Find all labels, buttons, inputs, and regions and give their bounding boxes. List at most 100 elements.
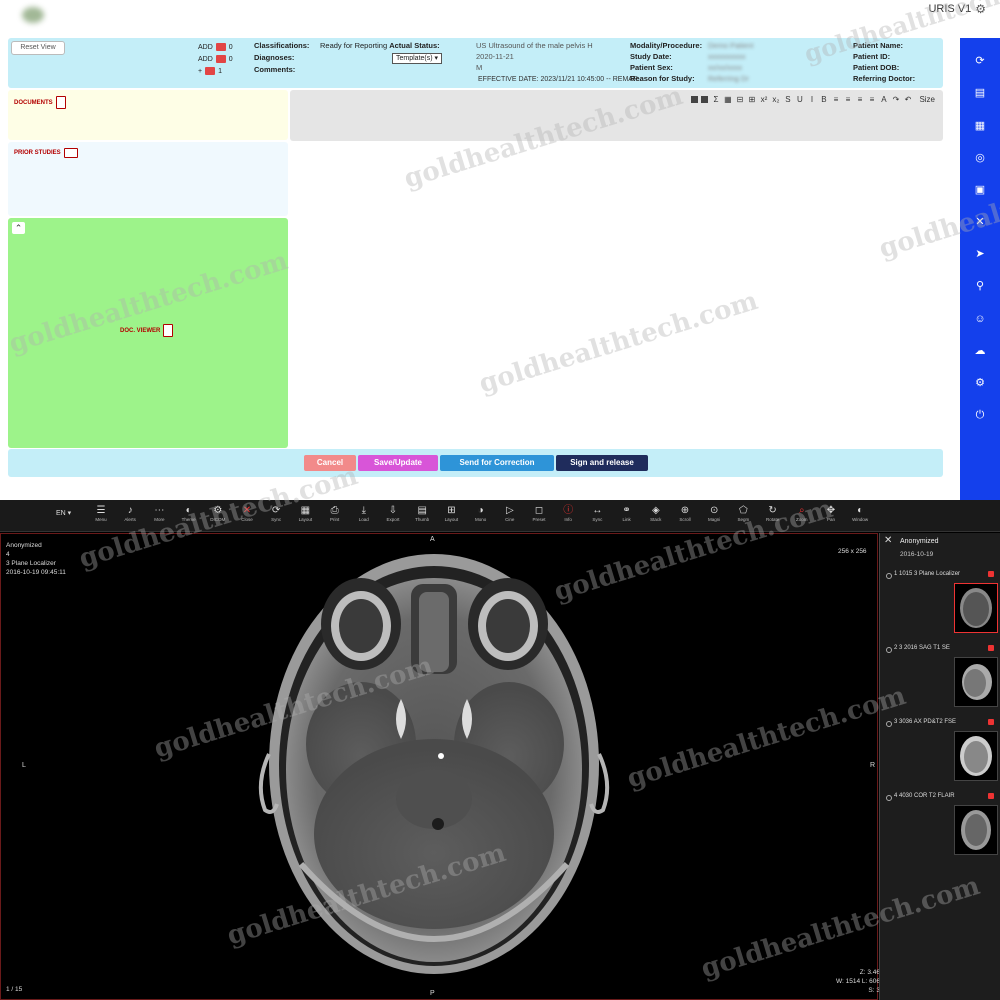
actual-status-value: Ready for Reporting	[320, 41, 388, 50]
classifications-add[interactable]: ADD	[198, 44, 213, 51]
bold-button[interactable]: B	[819, 95, 828, 104]
viewer-tool-label: Sync	[592, 517, 603, 522]
viewer-tool-icon: ◈	[651, 505, 660, 516]
doc-viewer-button[interactable]: DOC. VIEWER	[120, 324, 174, 337]
image-icon[interactable]	[701, 96, 709, 103]
viewer-tool-6[interactable]: ⟳ Sync	[265, 504, 287, 522]
viewer-tool-7[interactable]: ▦ Layout	[294, 504, 316, 522]
viewer-tool-icon: ☰	[96, 505, 106, 516]
align-right-button[interactable]: ≡	[843, 95, 852, 104]
camera-icon[interactable]: ◎	[973, 151, 987, 165]
viewer-tool-22[interactable]: ⬠ Segm	[732, 504, 754, 522]
thumbnail-image	[960, 736, 992, 776]
viewer-tool-3[interactable]: ◐ Theme	[178, 504, 200, 522]
viewer-tool-26[interactable]: ◐ Window	[849, 504, 871, 522]
redo-button[interactable]: ↷	[891, 95, 900, 104]
send-icon[interactable]: ➤	[973, 247, 987, 261]
viewer-tool-25[interactable]: ✥ Pan	[820, 504, 842, 522]
editor-tool-14[interactable]: ⊟	[735, 95, 744, 104]
viewer-tool-12[interactable]: ⊞ Layout	[440, 504, 462, 522]
send-for-correction-button[interactable]: Send for Correction	[440, 455, 554, 471]
viewer-tool-9[interactable]: ⤓ Load	[353, 504, 375, 522]
series-thumbnail[interactable]	[954, 805, 998, 855]
editor-tool-13[interactable]: ⊞	[747, 95, 756, 104]
viewer-tool-10[interactable]: ⇩ Export	[382, 504, 404, 522]
language-select[interactable]: EN ▾	[56, 509, 71, 517]
viewer-tool-13[interactable]: ◑ Mono	[470, 504, 492, 522]
viewer-tool-label: Rotate	[765, 517, 780, 522]
viewer-tool-11[interactable]: ▤ Thumb	[411, 504, 433, 522]
font-color-button[interactable]: A	[879, 95, 888, 104]
font-size-select[interactable]: Size	[919, 95, 935, 104]
viewer-tool-icon: ⤓	[361, 505, 366, 516]
series-thumbnail[interactable]	[954, 731, 998, 781]
align-left-button[interactable]: ≡	[867, 95, 876, 104]
comments-add[interactable]: +	[198, 68, 202, 75]
viewer-tool-4[interactable]: ⚙ DICOM	[207, 504, 229, 522]
report-editor[interactable]	[290, 142, 943, 448]
cloud-icon	[886, 647, 892, 653]
reset-view-button[interactable]: Reset View	[11, 41, 65, 55]
underline-button[interactable]: U	[795, 95, 804, 104]
viewer-tool-8[interactable]: ⎙ Print	[324, 504, 346, 522]
editor-tool-15[interactable]: ▦	[723, 95, 732, 104]
patient-values: Demo Patient xxxxxxxxxx xx/xx/xxxx Refer…	[708, 41, 818, 85]
layers-icon[interactable]: ▣	[973, 183, 987, 197]
viewer-tool-14[interactable]: ▷ Cine	[499, 504, 521, 522]
subscript-button[interactable]: x₂	[771, 95, 780, 104]
editor-tool-16[interactable]: Σ	[711, 95, 720, 104]
overlay-zoom: Z: 3.46	[859, 969, 880, 976]
classifications-count: 0	[228, 43, 233, 51]
viewer-tool-icon: ⬠	[739, 505, 748, 516]
viewer-tool-15[interactable]: ◻ Preset	[528, 504, 550, 522]
cloud-upload-icon[interactable]: ☁	[973, 344, 987, 358]
report-icon[interactable]: ▤	[973, 86, 987, 100]
save-update-button[interactable]: Save/Update	[358, 455, 438, 471]
network-icon[interactable]: ⚙	[973, 376, 987, 390]
strikethrough-button[interactable]: S	[783, 95, 792, 104]
tools-icon[interactable]: ✕	[973, 215, 987, 229]
image-viewport[interactable]	[0, 533, 878, 1000]
viewer-tool-label: Load	[358, 517, 369, 522]
undo-button[interactable]: ↶	[903, 95, 912, 104]
modality-label: Modality/Procedure:	[630, 41, 703, 50]
superscript-button[interactable]: x²	[759, 95, 768, 104]
viewer-tool-21[interactable]: ⊙ Magni	[703, 504, 725, 522]
viewer-tool-24[interactable]: ⌕ Zoom	[791, 504, 813, 522]
viewer-tool-0[interactable]: ☰ Menu	[90, 504, 112, 522]
viewer-tool-17[interactable]: ↔ Sync	[586, 504, 608, 522]
series-thumbnail[interactable]	[954, 583, 998, 633]
align-center-button[interactable]: ≡	[855, 95, 864, 104]
viewer-tool-5[interactable]: ✕ Close	[236, 504, 258, 522]
viewer-tool-23[interactable]: ↻ Rotate	[762, 504, 784, 522]
viewer-tool-2[interactable]: ⋯ More	[148, 504, 170, 522]
viewer-tool-label: Menu	[95, 517, 107, 522]
template-select-value: Template(s)	[396, 55, 433, 62]
collapse-button[interactable]: ⌃	[12, 222, 25, 234]
viewer-tool-20[interactable]: ⊕ Scroll	[674, 504, 696, 522]
link-icon[interactable]: ⚲	[973, 279, 987, 293]
italic-button[interactable]: I	[807, 95, 816, 104]
study-date-value: 2020-11-21	[476, 52, 514, 61]
settings-icon[interactable]: ⚙	[975, 2, 986, 16]
power-icon[interactable]: ⏻	[973, 408, 987, 422]
series-thumbnail[interactable]	[954, 657, 998, 707]
template-select[interactable]: Template(s) ▾	[392, 53, 443, 64]
viewer-tool-19[interactable]: ◈ Stack	[645, 504, 667, 522]
table-icon[interactable]	[691, 96, 699, 103]
diagnoses-add[interactable]: ADD	[198, 56, 213, 63]
viewer-tool-18[interactable]: ⚭ Link	[616, 504, 638, 522]
viewer-tool-1[interactable]: ♪ Alerts	[119, 504, 141, 522]
calendar-icon[interactable]: ▦	[973, 119, 987, 133]
sign-and-release-button[interactable]: Sign and release	[556, 455, 648, 471]
user-icon[interactable]: ☺	[973, 312, 987, 326]
align-justify-button[interactable]: ≡	[831, 95, 840, 104]
cancel-button[interactable]: Cancel	[304, 455, 356, 471]
prior-studies-button[interactable]: PRIOR STUDIES	[14, 148, 78, 158]
viewer-tool-icon: ✥	[826, 505, 836, 516]
documents-button[interactable]: DOCUMENTS	[14, 96, 66, 109]
refresh-icon[interactable]: ⟳	[973, 54, 987, 68]
effective-date-text: EFFECTIVE DATE: 2023/11/21 10:45:00 -- R…	[478, 76, 644, 83]
viewer-tool-16[interactable]: ⓘ Info	[557, 504, 579, 522]
close-icon[interactable]: ✕	[884, 535, 892, 546]
